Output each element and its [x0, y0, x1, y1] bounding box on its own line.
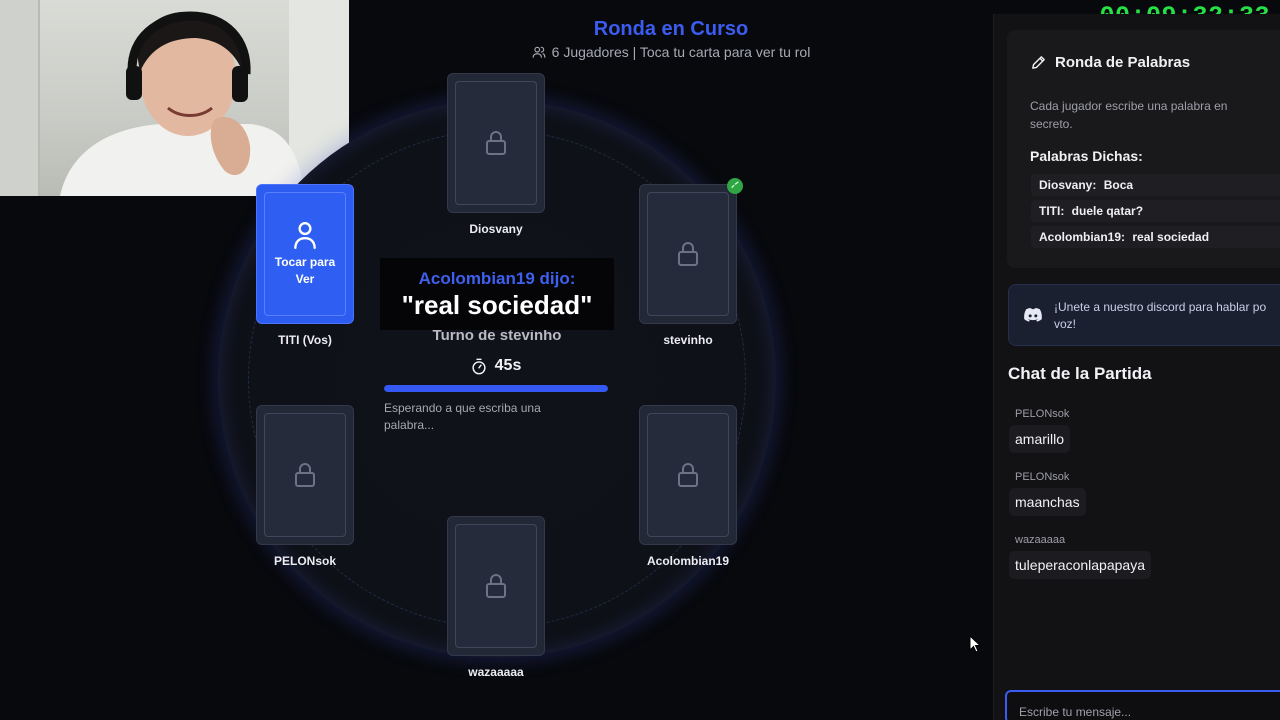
said-word-player: Diosvany:: [1039, 178, 1097, 192]
countdown-value: 45s: [494, 357, 522, 374]
word-done-check-icon: [727, 178, 743, 194]
words-round-description: Cada jugador escribe una palabra en secr…: [1030, 99, 1228, 131]
player-card-pelonsok[interactable]: [256, 405, 354, 545]
last-said-label: Acolombian19 dijo:: [418, 269, 576, 288]
card-inner: [647, 413, 729, 537]
my-card[interactable]: Tocar para Ver: [256, 184, 354, 324]
page-title: Ronda en Curso: [593, 18, 749, 40]
chat-input[interactable]: [1005, 690, 1280, 720]
player-name: Acolombian19: [646, 554, 730, 568]
webcam-overlay: [0, 0, 349, 196]
last-said-word: "real sociedad": [401, 290, 593, 320]
page-subtitle: 6 Jugadores | Toca tu carta para ver tu …: [500, 44, 842, 60]
said-word-value: duele qatar?: [1071, 204, 1144, 218]
chat-message-bubble: tuleperaconlapapaya: [1009, 551, 1151, 579]
lock-icon: [678, 463, 698, 487]
said-words-title: Palabras Dichas:: [1030, 148, 1143, 164]
subtitle-text: 6 Jugadores | Toca tu carta para ver tu …: [551, 44, 811, 60]
said-word-player: Acolombian19:: [1039, 230, 1126, 244]
card-inner: [647, 192, 729, 316]
chat-title: Chat de la Partida: [1008, 364, 1152, 383]
card-inner: Tocar para Ver: [264, 192, 346, 316]
tap-to-view-label: Tocar para Ver: [274, 255, 336, 286]
lock-icon: [486, 131, 506, 155]
stopwatch-icon: [472, 358, 486, 374]
lock-icon: [295, 463, 315, 487]
words-round-title: Ronda de Palabras: [1030, 54, 1190, 71]
lock-icon: [678, 242, 698, 266]
player-card-acolombian19[interactable]: [639, 405, 737, 545]
lock-icon: [486, 574, 506, 598]
said-word-row: Diosvany: Boca: [1031, 174, 1280, 196]
card-inner: [455, 524, 537, 648]
discord-banner[interactable]: ¡Unete a nuestro discord para hablar po …: [1008, 284, 1280, 346]
chat-message-user: PELONsok: [1015, 408, 1070, 420]
discord-text-line2: voz!: [1054, 317, 1077, 331]
user-icon: [294, 222, 316, 250]
words-round-title-text: Ronda de Palabras: [1055, 54, 1191, 71]
player-name: PELONsok: [273, 554, 336, 568]
chat-message-user: wazaaaaa: [1015, 534, 1066, 546]
streamer-figure: [60, 11, 305, 196]
waiting-text: Esperando a que escriba una palabra...: [384, 401, 541, 432]
said-word-value: real sociedad: [1132, 230, 1210, 244]
chat-message-user: PELONsok: [1015, 471, 1070, 483]
said-word-value: Boca: [1103, 178, 1134, 192]
turn-progress-bar: [384, 385, 608, 392]
player-card-wazaaaaa[interactable]: [447, 516, 545, 656]
discord-text: ¡Unete a nuestro discord para hablar po …: [1054, 299, 1280, 333]
player-card-diosvany[interactable]: [447, 73, 545, 213]
player-card-stevinho[interactable]: [639, 184, 737, 324]
player-name: Diosvany: [469, 222, 523, 236]
discord-icon: [1024, 308, 1042, 322]
game-screen: 00:09:32:33 Ronda en Curso 6 Jugadores |…: [0, 0, 1280, 720]
users-icon: [532, 46, 546, 58]
card-inner: [455, 81, 537, 205]
discord-text-line1: ¡Unete a nuestro discord para hablar po: [1054, 300, 1267, 314]
said-word-row: Acolombian19: real sociedad: [1031, 226, 1280, 248]
player-name: TITI (Vos): [278, 333, 332, 347]
card-inner: [264, 413, 346, 537]
mouse-cursor-icon: [969, 635, 981, 653]
turn-progress-fill: [384, 385, 608, 392]
pencil-icon: [1032, 56, 1045, 69]
chat-message-bubble: maanchas: [1009, 488, 1086, 516]
said-word-row: TITI: duele qatar?: [1031, 200, 1280, 222]
said-word-player: TITI:: [1039, 204, 1065, 218]
player-name: wazaaaaa: [468, 665, 524, 679]
player-name: stevinho: [663, 333, 713, 347]
countdown: 45s: [384, 357, 608, 375]
chat-message-bubble: amarillo: [1009, 425, 1071, 453]
